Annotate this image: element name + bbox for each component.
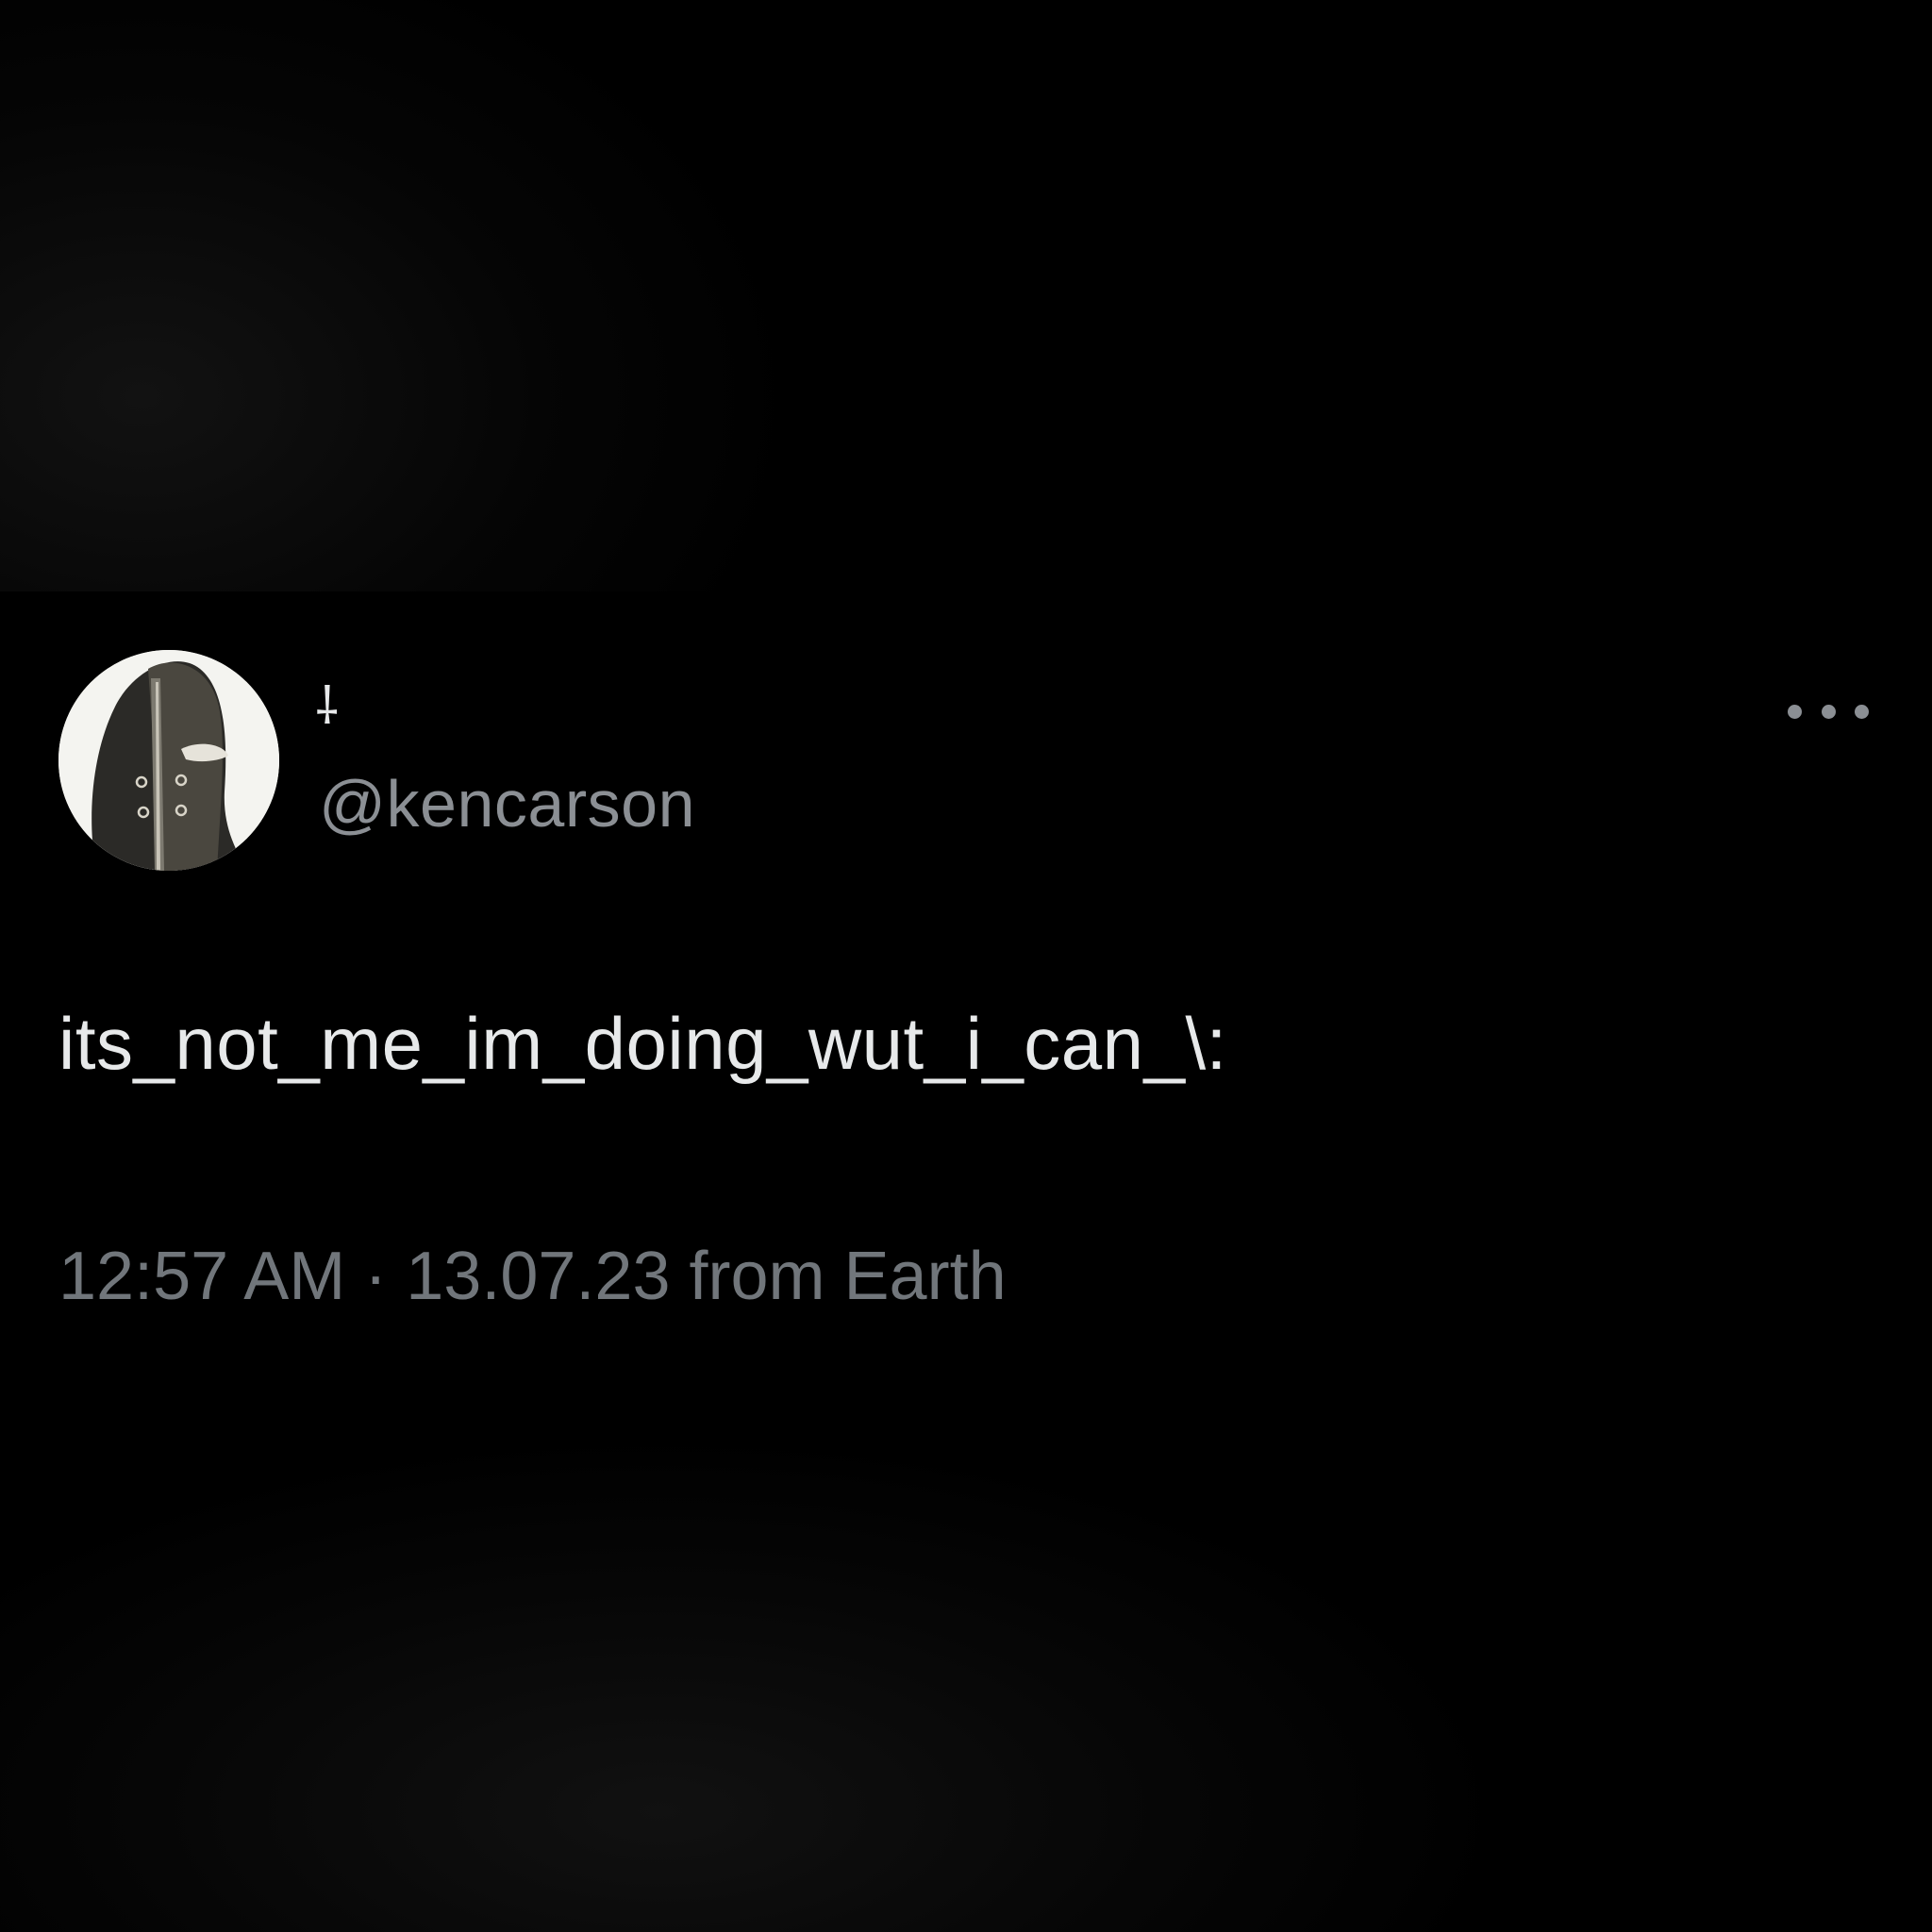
screenshot-page: ⸸ @kencarson its_not_me_im_doing_wut_i_c… [0, 0, 1932, 1932]
display-name[interactable]: ⸸ [315, 681, 339, 732]
tweet-source: from Earth [689, 1239, 1007, 1314]
tweet-date[interactable]: 13.07.23 [406, 1239, 670, 1314]
tweet-text: its_not_me_im_doing_wut_i_can_\: [58, 1002, 1227, 1085]
avatar[interactable] [58, 650, 279, 871]
tweet-meta: 12:57 AM · 13.07.23 from Earth [58, 1242, 1007, 1310]
more-horizontal-icon [1788, 704, 1802, 719]
meta-separator: · [364, 1239, 388, 1314]
tweet-time[interactable]: 12:57 AM [58, 1239, 345, 1314]
user-handle[interactable]: @kencarson [319, 771, 695, 837]
masked-figure-avatar-icon [58, 650, 279, 871]
more-horizontal-icon [1855, 704, 1869, 719]
more-horizontal-icon [1821, 704, 1836, 719]
more-options-button[interactable] [1788, 692, 1869, 730]
tweet-card[interactable]: ⸸ @kencarson its_not_me_im_doing_wut_i_c… [0, 591, 1932, 1340]
